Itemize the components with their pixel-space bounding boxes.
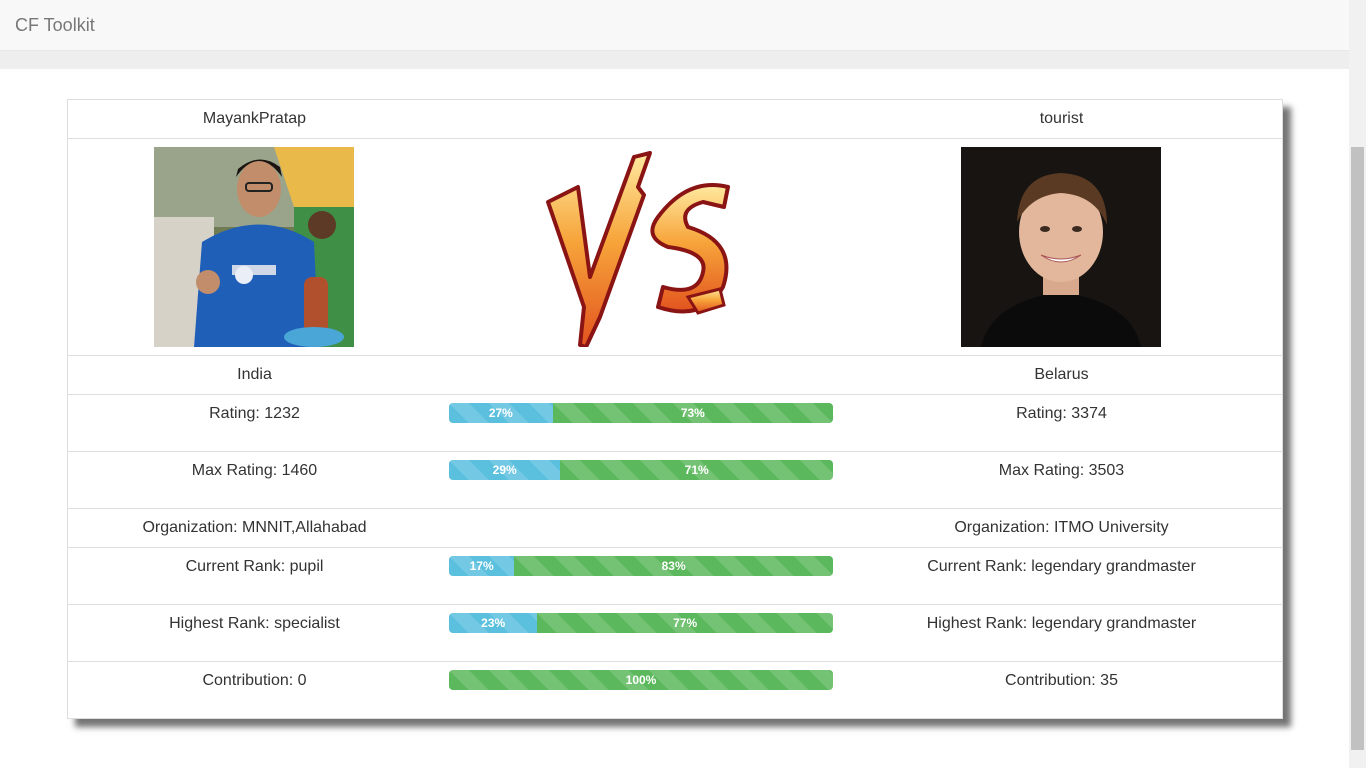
user2-contribution: Contribution: 35 — [1005, 672, 1118, 689]
user1-avatar-image — [154, 147, 354, 347]
user2-highest-rank: Highest Rank: legendary grandmaster — [926, 615, 1197, 632]
scrollbar-thumb[interactable] — [1351, 147, 1364, 750]
top-navbar: CF Toolkit — [0, 0, 1349, 51]
user2-rating: Rating: 3374 — [1016, 405, 1107, 422]
contribution-row: Contribution: 0 100% Contribution: 35 — [68, 662, 1282, 719]
user2-organization: Organization: ITMO University — [954, 519, 1169, 536]
handles-row: MayankPratap tourist — [68, 100, 1282, 139]
rating-left-bar: 27% — [449, 403, 553, 423]
contribution-progress: 100% — [449, 670, 833, 690]
user2-avatar-image — [961, 147, 1161, 347]
highest-rank-left-bar: 23% — [449, 613, 538, 633]
user1-contribution: Contribution: 0 — [202, 672, 307, 689]
versus-graphic — [546, 151, 730, 349]
comparison-card: MayankPratap tourist India Belarus Ratin… — [67, 99, 1283, 719]
highest-rank-right-bar: 77% — [537, 613, 833, 633]
user2-handle: tourist — [1039, 110, 1084, 127]
max-rating-left-bar: 29% — [449, 460, 561, 480]
rating-right-bar: 73% — [552, 403, 833, 423]
max-rating-row: Max Rating: 1460 29% 71% Max Rating: 350… — [68, 452, 1282, 509]
header-band — [0, 51, 1349, 69]
user1-highest-rank: Highest Rank: specialist — [169, 615, 340, 632]
user2-avatar — [961, 147, 1161, 347]
user2-country: Belarus — [1034, 366, 1089, 383]
rating-row: Rating: 1232 27% 73% Rating: 3374 — [68, 395, 1282, 452]
user2-max-rating: Max Rating: 3503 — [998, 462, 1125, 479]
current-rank-right-bar: 83% — [514, 556, 833, 576]
user1-max-rating: Max Rating: 1460 — [191, 462, 318, 479]
user1-rating: Rating: 1232 — [209, 405, 300, 422]
user2-current-rank: Current Rank: legendary grandmaster — [927, 558, 1196, 575]
user1-country: India — [237, 366, 272, 383]
country-row: India Belarus — [68, 356, 1282, 395]
max-rating-right-bar: 71% — [560, 460, 833, 480]
user1-handle: MayankPratap — [202, 110, 307, 127]
brand-link[interactable]: CF Toolkit — [15, 15, 95, 36]
rating-progress: 27% 73% — [449, 403, 833, 423]
user1-avatar — [154, 147, 354, 347]
photos-row — [68, 139, 1282, 356]
current-rank-row: Current Rank: pupil 17% 83% Current Rank… — [68, 548, 1282, 605]
contribution-right-bar: 100% — [449, 670, 833, 690]
user1-organization: Organization: MNNIT,Allahabad — [142, 519, 367, 536]
current-rank-progress: 17% 83% — [449, 556, 833, 576]
highest-rank-row: Highest Rank: specialist 23% 77% Highest… — [68, 605, 1282, 662]
organization-row: Organization: MNNIT,Allahabad Organizati… — [68, 509, 1282, 548]
user1-current-rank: Current Rank: pupil — [185, 558, 324, 575]
current-rank-left-bar: 17% — [449, 556, 515, 576]
max-rating-progress: 29% 71% — [449, 460, 833, 480]
versus-logo — [538, 147, 748, 349]
highest-rank-progress: 23% 77% — [449, 613, 833, 633]
